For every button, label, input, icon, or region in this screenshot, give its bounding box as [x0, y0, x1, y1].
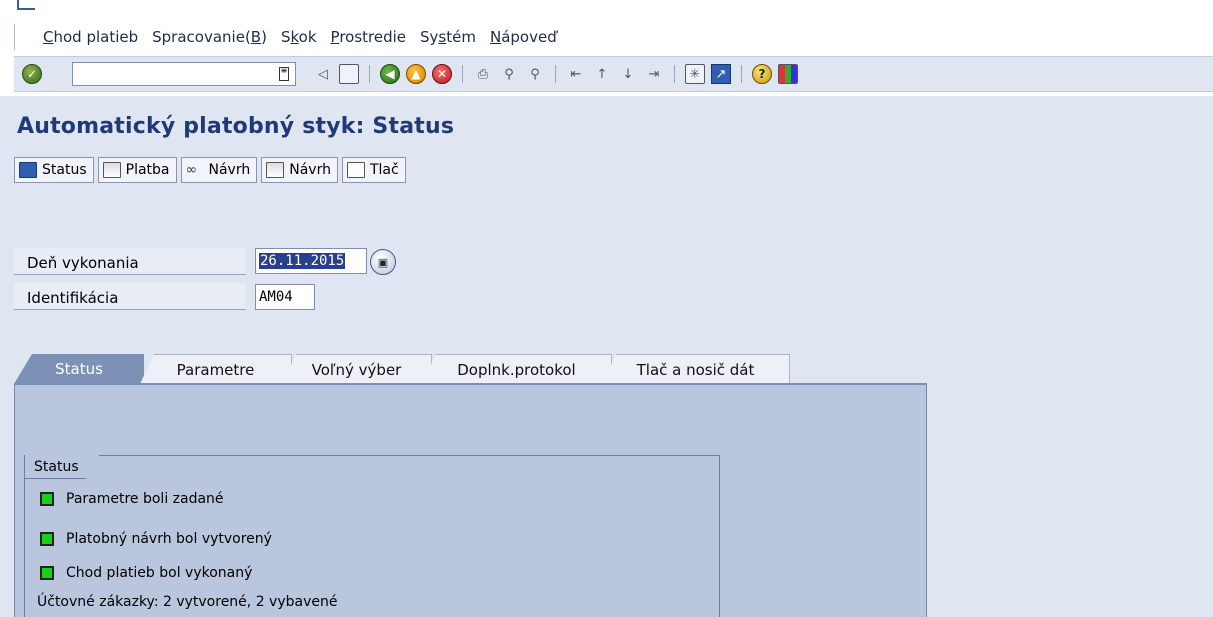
menu-prostredie[interactable]: Prostredie — [331, 28, 407, 46]
toolbar-divider — [741, 65, 742, 83]
payment-button[interactable]: Platba — [97, 157, 177, 183]
print-button-label: Tlač — [369, 162, 399, 178]
check-icon[interactable]: ✓ — [22, 64, 42, 84]
status-line-text: Chod platieb bol vykonaný — [66, 565, 253, 581]
proposal-display-button-label: Návrh — [208, 162, 251, 178]
layout-menu-icon[interactable] — [778, 64, 798, 84]
tab-status[interactable]: Status — [14, 354, 144, 384]
green-status-icon — [40, 566, 54, 580]
proposal-edit-button[interactable]: Návrh — [261, 157, 338, 183]
menu-chod-platieb[interactable]: Chod platieb — [43, 28, 138, 46]
tab-parameters-label: Parametre — [176, 361, 255, 379]
menu-bar: Chod platieb Spracovanie(B) Skok Prostre… — [14, 24, 571, 50]
first-page-icon[interactable]: ⇤ — [566, 64, 586, 84]
help-icon[interactable]: ? — [752, 64, 772, 84]
tab-additional-log[interactable]: Doplnk.protokol — [422, 354, 612, 384]
run-date-field[interactable]: 26.11.2015 — [255, 248, 367, 274]
previous-page-icon[interactable]: ↑ — [592, 64, 612, 84]
tab-print-output-label: Tlač a nosič dát — [636, 361, 755, 379]
status-line-text: Platobný návrh bol vytvorený — [66, 531, 272, 547]
next-page-icon[interactable]: ↓ — [618, 64, 638, 84]
proposal-edit-button-label: Návrh — [289, 162, 331, 178]
tab-strip: Status Parametre Voľný výber Doplnk.prot… — [14, 354, 814, 384]
status-group-title: Status — [25, 455, 100, 479]
refresh-icon — [19, 162, 37, 178]
calendar-help-icon[interactable]: ▣ — [370, 249, 396, 275]
find-icon[interactable]: ⚲ — [499, 64, 519, 84]
shortcut-icon[interactable]: ↗ — [711, 64, 731, 84]
green-status-icon — [40, 532, 54, 546]
run-date-value: 26.11.2015 — [259, 253, 346, 269]
status-group: Status Parametre boli zadané Platobný ná… — [24, 455, 720, 617]
tab-free-selection[interactable]: Voľný výber — [282, 354, 432, 384]
identification-value: AM04 — [259, 289, 293, 305]
save-icon[interactable] — [339, 64, 359, 84]
application-toolbar: Status Platba ∞ Návrh Návrh Tlač — [14, 155, 410, 185]
find-next-icon[interactable]: ⚲ — [525, 64, 545, 84]
cancel-icon[interactable]: ✕ — [432, 64, 452, 84]
print-icon[interactable]: ⎙ — [473, 64, 493, 84]
proposal-display-button[interactable]: ∞ Návrh — [180, 157, 258, 183]
run-date-label: Deň vykonania — [14, 248, 246, 275]
menu-skok[interactable]: Skok — [281, 28, 317, 46]
create-session-icon[interactable]: ✳ — [685, 64, 705, 84]
identification-field[interactable]: AM04 — [255, 284, 315, 310]
menu-spracovanie[interactable]: Spracovanie(B) — [152, 28, 267, 46]
payment-button-label: Platba — [125, 162, 170, 178]
print-settings-icon — [346, 162, 365, 178]
tab-print-output[interactable]: Tlač a nosič dát — [602, 354, 790, 384]
status-line: Parametre boli zadané — [40, 487, 224, 511]
toolbar-divider — [369, 65, 370, 83]
top-area: Chod platieb Spracovanie(B) Skok Prostre… — [0, 0, 1213, 96]
status-line: Chod platieb bol vykonaný — [40, 561, 252, 585]
tab-free-selection-label: Voľný výber — [311, 361, 402, 379]
command-field[interactable]: ≡ — [72, 62, 296, 86]
menu-napoveda[interactable]: Nápoveď — [490, 28, 557, 46]
identification-label: Identifikácia — [14, 283, 246, 310]
system-toolbar: ✓ ≡ ◁ ◀ ▲ ✕ ⎙ ⚲ ⚲ ⇤ ↑ ↓ ⇥ ✳ ↗ ? — [14, 56, 1213, 92]
tab-status-label: Status — [55, 360, 103, 378]
title-bar: Automatický platobný styk: Status — [0, 96, 1213, 146]
dropdown-icon[interactable]: ≡ — [279, 67, 289, 81]
toolbar-divider — [462, 65, 463, 83]
status-line-text: Parametre boli zadané — [66, 491, 224, 507]
status-line: Platobný návrh bol vytvorený — [40, 527, 272, 551]
back-arrow-icon[interactable]: ◁ — [313, 64, 333, 84]
toolbar-divider — [555, 65, 556, 83]
posting-summary: Účtovné zákazky: 2 vytvorené, 2 vybavené — [37, 594, 338, 610]
green-status-icon — [40, 492, 54, 506]
menu-system[interactable]: Systém — [420, 28, 476, 46]
exit-icon[interactable]: ▲ — [406, 64, 426, 84]
document-icon — [266, 162, 285, 178]
print-button[interactable]: Tlač — [341, 157, 406, 183]
page-title: Automatický platobný styk: Status — [17, 114, 455, 139]
last-page-icon[interactable]: ⇥ — [644, 64, 664, 84]
document-icon — [102, 162, 121, 178]
back-icon[interactable]: ◀ — [380, 64, 400, 84]
tab-parameters[interactable]: Parametre — [140, 354, 292, 384]
window-menu-icon[interactable] — [17, 0, 35, 10]
tab-additional-log-label: Doplnk.protokol — [457, 361, 576, 379]
status-button-label: Status — [42, 162, 87, 178]
glasses-icon: ∞ — [185, 162, 198, 178]
toolbar-divider — [674, 65, 675, 83]
status-button[interactable]: Status — [14, 157, 94, 183]
